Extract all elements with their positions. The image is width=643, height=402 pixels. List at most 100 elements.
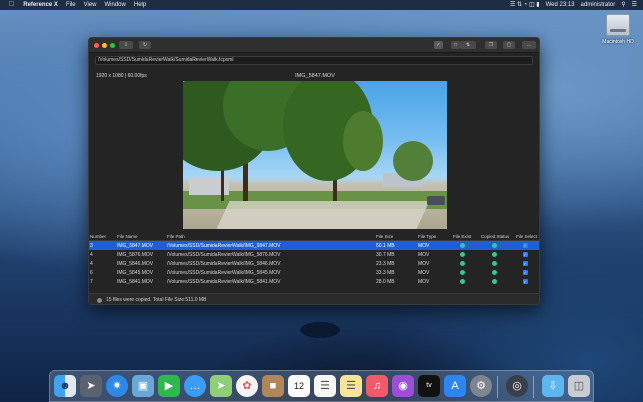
project-path-field[interactable]: /Volumes/SSD/SumidaRevierWalk/SumidaRevi… [95, 56, 533, 65]
window-toolbar: ⇩ ↻ ✓ □ ⇅ ❐ ▢ … [89, 38, 539, 53]
row-file-name: IMG_5876.MOV [117, 251, 154, 258]
downloads-folder-icon[interactable]: ⇩ [542, 375, 564, 397]
minimize-button[interactable] [102, 43, 107, 48]
calendar-day: 12 [293, 381, 304, 391]
menu-help[interactable]: Help [134, 0, 146, 10]
apple-menu-icon[interactable]:  [9, 0, 14, 10]
launchpad-icon[interactable]: ➤ [80, 375, 102, 397]
col-file-type[interactable]: File Type [418, 234, 436, 239]
close-button[interactable] [94, 43, 99, 48]
tv-label: tv [426, 382, 432, 389]
row-file-name: IMG_5847.MOV [117, 242, 154, 249]
status-bar: 15 files were copied. Total File Size:51… [89, 293, 539, 304]
file-select-checkbox[interactable]: ✓ [516, 260, 534, 267]
row-file-path: /Volumes/SSD/SumidaRevierWalk/IMG_5876.M… [167, 251, 281, 258]
calendar-icon[interactable]: 12 [288, 375, 310, 397]
col-file-size[interactable]: File Size [376, 234, 393, 239]
row-file-size: 33.3 MB [376, 269, 395, 276]
hard-disk-icon[interactable] [606, 14, 630, 36]
dock-separator [497, 376, 498, 398]
finder-icon[interactable]: ☻ [54, 375, 76, 397]
menu-file[interactable]: File [66, 0, 76, 10]
preview-icon[interactable]: ▣ [132, 375, 154, 397]
reminders-icon[interactable]: ☰ [314, 375, 336, 397]
file-select-checkbox[interactable]: ✓ [516, 242, 534, 249]
file-select-checkbox[interactable]: ✓ [516, 251, 534, 258]
copied-status-indicator [481, 260, 507, 267]
row-file-path: /Volumes/SSD/SumidaRevierWalk/IMG_5846.M… [167, 260, 281, 267]
col-file-exist[interactable]: File Exist [452, 234, 472, 239]
row-file-type: MOV [418, 242, 430, 249]
table-row[interactable]: 7 IMG_5841.MOV /Volumes/SSD/SumidaRevier… [89, 277, 539, 286]
safari-icon[interactable]: ✷ [106, 375, 128, 397]
appstore-icon[interactable]: A [444, 375, 466, 397]
status-indicator-icon [97, 298, 102, 303]
zoom-button[interactable] [110, 43, 115, 48]
menu-view[interactable]: View [84, 0, 97, 10]
menu-window[interactable]: Window [105, 0, 126, 10]
status-text: 15 files were copied. Total File Size:51… [106, 297, 207, 303]
row-file-type: MOV [418, 260, 430, 267]
podcasts-icon[interactable]: ◉ [392, 375, 414, 397]
settings-icon[interactable]: ⚙ [470, 375, 492, 397]
preview-tree [393, 141, 433, 181]
copied-status-indicator [481, 242, 507, 249]
file-exist-indicator [452, 260, 472, 267]
app-menu[interactable]: Reference X [23, 0, 58, 10]
preview-path [216, 201, 430, 229]
file-exist-indicator [452, 269, 472, 276]
copy-icon[interactable]: ❐ [485, 41, 497, 49]
resolution-label: 1920 x 1080 | 60.00fps [96, 73, 147, 79]
row-file-size: 30.7 MB [376, 251, 395, 258]
contacts-icon[interactable]: ■ [262, 375, 284, 397]
download-icon[interactable]: ⇩ [119, 41, 133, 49]
maps-icon[interactable]: ➤ [210, 375, 232, 397]
dock-separator [533, 376, 534, 398]
refresh-icon[interactable]: ↻ [139, 41, 151, 49]
row-file-name: IMG_5841.MOV [117, 278, 154, 285]
referencex-icon[interactable]: ◎ [506, 375, 528, 397]
music-icon[interactable]: ♫ [366, 375, 388, 397]
select-all-icon[interactable]: ✓ [434, 41, 443, 49]
file-select-checkbox[interactable]: ✓ [516, 269, 534, 276]
wallpaper-island [300, 322, 340, 338]
row-number: 4 [90, 260, 93, 267]
file-table: Number File Name File Path File Size Fil… [89, 232, 539, 286]
row-file-size: 50.1 MB [376, 242, 395, 249]
messages-icon[interactable]: … [184, 375, 206, 397]
col-file-select[interactable]: File Select [516, 234, 537, 239]
copied-status-indicator [481, 251, 507, 258]
file-exist-indicator [452, 242, 472, 249]
row-file-path: /Volumes/SSD/SumidaRevierWalk/IMG_5847.M… [167, 242, 281, 249]
deselect-icon[interactable]: □ [451, 41, 460, 49]
menu-user[interactable]: administrator [581, 0, 616, 10]
preview-tree [343, 111, 383, 171]
col-number[interactable]: Number [90, 234, 106, 239]
notes-icon[interactable]: ☰ [340, 375, 362, 397]
facetime-icon[interactable]: ▶ [158, 375, 180, 397]
file-exist-indicator [452, 251, 472, 258]
control-center-icon[interactable]: ☰ [632, 0, 637, 10]
col-file-name[interactable]: File Name [117, 234, 138, 239]
col-file-path[interactable]: File Path [167, 234, 185, 239]
row-number: 7 [90, 278, 93, 285]
table-row[interactable]: 4 IMG_5846.MOV /Volumes/SSD/SumidaRevier… [89, 259, 539, 268]
tv-icon[interactable]: tv [418, 375, 440, 397]
sort-icon[interactable]: ⇅ [460, 41, 476, 49]
file-select-checkbox[interactable]: ✓ [516, 278, 534, 285]
photos-icon[interactable]: ✿ [236, 375, 258, 397]
status-icons[interactable]: ☰ ⇅ ◔ ◫ ▮ [510, 0, 540, 10]
table-row[interactable]: 6 IMG_5845.MOV /Volumes/SSD/SumidaRevier… [89, 268, 539, 277]
col-copied-status[interactable]: Copied Status [481, 234, 509, 239]
disk-label[interactable]: Macintosh HD [596, 39, 640, 45]
table-row[interactable]: 4 IMG_5876.MOV /Volumes/SSD/SumidaRevier… [89, 250, 539, 259]
row-file-size: 23.3 MB [376, 260, 395, 267]
more-icon[interactable]: … [522, 41, 536, 49]
table-row[interactable]: 3 IMG_5847.MOV /Volumes/SSD/SumidaRevier… [89, 241, 539, 250]
video-preview [183, 81, 447, 229]
spotlight-icon[interactable]: ⚲ [621, 0, 625, 10]
stop-icon[interactable]: ▢ [503, 41, 515, 49]
trash-icon[interactable]: ◫ [568, 375, 590, 397]
menu-clock[interactable]: Wed 23:13 [546, 0, 575, 10]
row-file-path: /Volumes/SSD/SumidaRevierWalk/IMG_5841.M… [167, 278, 281, 285]
